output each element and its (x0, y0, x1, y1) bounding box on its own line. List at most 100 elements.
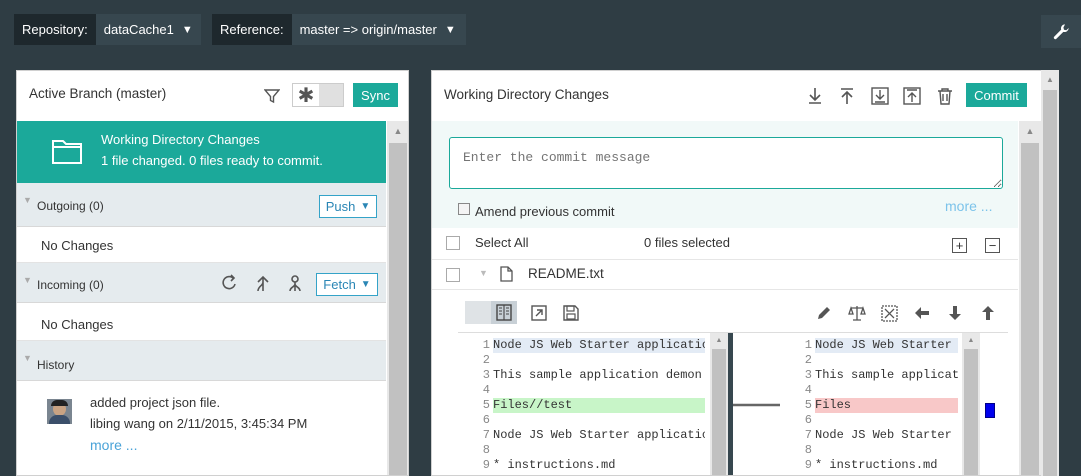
commit-meta: libing wang on 2/11/2015, 3:45:34 PM (90, 416, 308, 431)
next-diff-button[interactable] (944, 302, 966, 324)
diff-right-pane[interactable]: 1 Node JS Web Starter 2 3 This sample applic… (780, 333, 962, 475)
commit-list-item[interactable]: added project json file. libing wang on … (17, 381, 386, 475)
code-line: Files (815, 398, 958, 413)
expand-triangle-icon: ▼ (23, 353, 32, 363)
chevron-down-icon: ▼ (444, 23, 456, 36)
more-link[interactable]: more ... (90, 437, 137, 453)
save-button[interactable] (560, 302, 582, 324)
amend-checkbox[interactable] (458, 203, 470, 215)
plus-icon: + (955, 238, 964, 253)
select-all-label: Select All (475, 235, 529, 250)
view-toggle[interactable] (465, 301, 517, 324)
external-link-icon (531, 305, 547, 321)
side-by-side-button[interactable] (491, 301, 517, 324)
page-scrollbar[interactable]: ▲ (1041, 70, 1059, 476)
fetch-label: Fetch (323, 277, 356, 292)
line-number: 6 (804, 413, 812, 427)
diff-overview-marker[interactable] (985, 403, 995, 418)
side-by-side-icon (496, 304, 512, 321)
unstage-all-button[interactable] (836, 85, 858, 107)
diff-left-scrollbar[interactable]: ▲ (710, 333, 728, 475)
reference-value[interactable]: master => origin/master ▼ (291, 14, 466, 45)
merge-icon (257, 275, 269, 292)
scroll-up-icon[interactable]: ▲ (710, 333, 728, 347)
more-link[interactable]: more ... (945, 198, 992, 214)
stash-icon (871, 87, 889, 105)
rebase-button[interactable] (220, 273, 240, 293)
scroll-up-icon[interactable]: ▲ (1041, 70, 1059, 88)
code-line: Node JS Web Starter applicatio (493, 428, 705, 442)
reference-dropdown[interactable]: Reference: master => origin/master ▼ (212, 14, 466, 45)
incoming-section-header[interactable]: ▼ Incoming (0) Fetch ▼ (17, 263, 386, 303)
expand-triangle-icon[interactable]: ▼ (479, 268, 488, 278)
minus-icon: − (988, 238, 997, 253)
amend-label: Amend previous commit (475, 204, 615, 219)
working-directory-changes-item[interactable]: Working Directory Changes 1 file changed… (17, 121, 386, 183)
stage-all-button[interactable] (804, 85, 826, 107)
avatar (47, 399, 72, 424)
left-scrollbar[interactable]: ▲ (387, 121, 408, 475)
scroll-thumb[interactable] (1043, 90, 1057, 476)
stash-button[interactable] (869, 85, 891, 107)
history-label: History (37, 358, 75, 372)
copy-to-left-button[interactable] (911, 302, 933, 324)
ignore-whitespace-button[interactable] (878, 302, 900, 324)
pop-stash-icon (903, 87, 921, 105)
reset-button[interactable] (285, 273, 305, 293)
line-number: 9 (482, 458, 490, 472)
history-section-header[interactable]: ▼ History (17, 341, 386, 381)
save-icon (563, 305, 579, 321)
diff-left-pane[interactable]: 1 Node JS Web Starter applicatio 2 3 This sa… (458, 333, 710, 475)
scroll-thumb[interactable] (1021, 143, 1039, 475)
fetch-button[interactable]: Fetch ▼ (316, 273, 378, 296)
select-all-checkbox[interactable] (446, 236, 460, 250)
arrow-left-icon (915, 307, 929, 319)
reference-name: master => origin/master (299, 22, 437, 37)
settings-button[interactable] (1041, 15, 1081, 48)
select-all-row: Select All 0 files selected + − (432, 228, 1018, 260)
files-selected-count: 0 files selected (644, 235, 730, 250)
scroll-thumb[interactable] (964, 349, 978, 475)
expand-all-button[interactable]: + (952, 238, 967, 253)
file-row[interactable]: ▼ README.txt (432, 260, 1018, 290)
scroll-thumb[interactable] (712, 349, 726, 475)
line-number: 3 (804, 368, 812, 382)
arrow-down-icon (949, 306, 961, 320)
sync-button[interactable]: Sync (353, 83, 398, 107)
open-compare-button[interactable] (528, 302, 550, 324)
scroll-up-icon[interactable]: ▲ (962, 333, 980, 347)
right-scrollbar[interactable]: ▲ (1019, 121, 1041, 475)
code-line: * instructions.md (493, 458, 616, 472)
pop-stash-button[interactable] (901, 85, 923, 107)
prev-diff-button[interactable] (977, 302, 999, 324)
filter-button[interactable] (261, 85, 283, 107)
arrow-down-to-line-icon (809, 88, 821, 104)
commit-button[interactable]: Commit (966, 83, 1027, 107)
scroll-up-icon[interactable]: ▲ (1019, 121, 1041, 141)
repository-dropdown[interactable]: Repository: dataCache1 ▼ (14, 14, 201, 45)
collapse-all-button[interactable]: − (985, 238, 1000, 253)
file-checkbox[interactable] (446, 268, 460, 282)
edit-button[interactable] (813, 302, 835, 324)
commit-message-input[interactable] (449, 137, 1003, 189)
code-line: This sample applicat (815, 368, 958, 382)
scroll-thumb[interactable] (389, 143, 407, 475)
outgoing-section-header[interactable]: ▼ Outgoing (0) Push ▼ (17, 183, 386, 227)
asterisk-toggle[interactable]: ✱ (292, 83, 344, 107)
push-button[interactable]: Push ▼ (319, 195, 377, 218)
scroll-up-icon[interactable]: ▲ (387, 121, 408, 141)
panel-title: Active Branch (master) (29, 86, 167, 101)
compare-button[interactable] (846, 302, 868, 324)
discard-button[interactable] (934, 85, 956, 107)
merge-button[interactable] (253, 273, 273, 293)
repository-value[interactable]: dataCache1 ▼ (95, 14, 201, 45)
working-directory-panel: Working Directory Changes Commit Amend p… (431, 70, 1059, 476)
diff-right-scrollbar[interactable]: ▲ (962, 333, 980, 475)
commit-message: added project json file. (90, 395, 221, 410)
file-icon (500, 266, 513, 282)
